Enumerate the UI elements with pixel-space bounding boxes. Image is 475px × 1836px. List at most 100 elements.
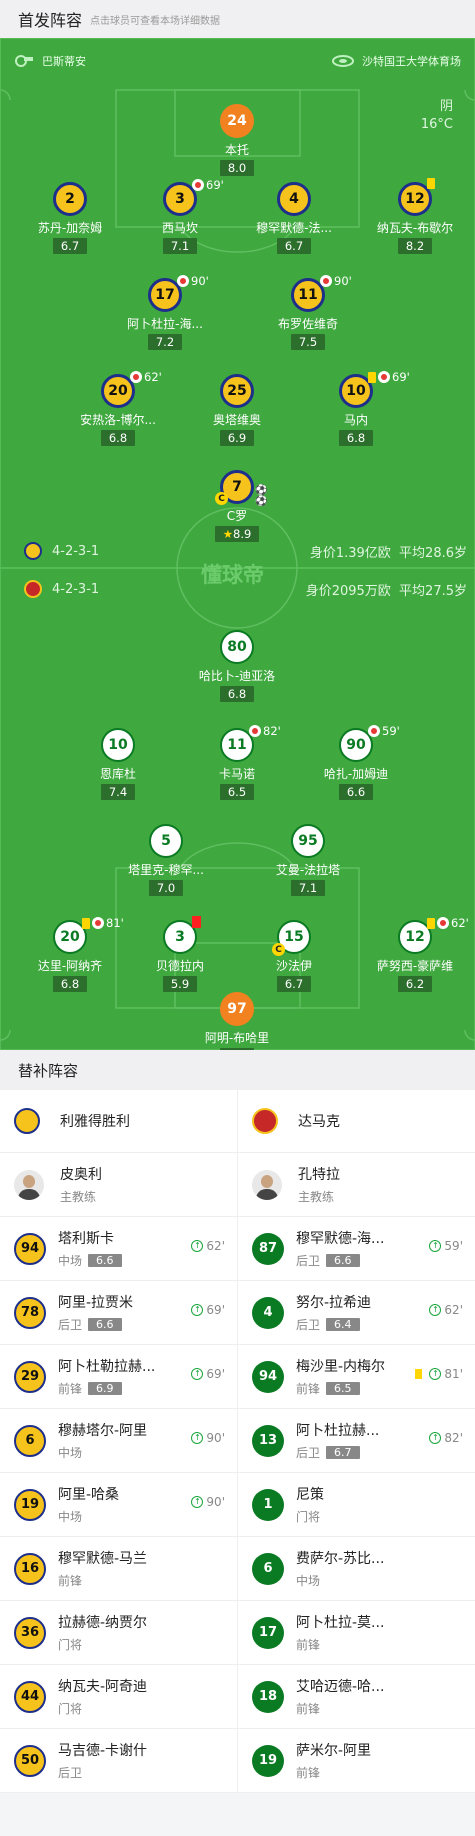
player-number-label: 17 — [155, 287, 175, 303]
player-card[interactable]: 12 纳瓦夫-布歇尔 8.2 — [350, 178, 475, 254]
player-card[interactable]: 97阿明-布哈里6.6 — [172, 992, 302, 1050]
sub-player[interactable]: 36 拉赫德-纳贾尔 门将 — [0, 1601, 237, 1664]
player-number-label: 10 — [108, 737, 128, 753]
away-coach[interactable]: 孔特拉 主教练 — [237, 1153, 475, 1216]
sub-player[interactable]: 87 穆罕默德-海... 后卫 6.6 ↑ 59' — [237, 1217, 475, 1280]
player-name: 安热洛-博尔... — [80, 413, 156, 427]
sub-number: 17 — [252, 1616, 284, 1649]
sub-rating: 6.9 — [88, 1382, 122, 1395]
player-card[interactable]: 3 69' 西马坎 7.1 — [115, 178, 245, 254]
player-card[interactable]: 7 C ⚽⚽ C罗 ★8.9 — [172, 470, 302, 542]
sub-position: 后卫 — [296, 1318, 321, 1332]
sub-row: 16 穆罕默德-马兰 前锋 6 费萨尔-苏比... 中场 — [0, 1537, 475, 1601]
sub-minute: 69' — [206, 1303, 225, 1317]
sub-number: 13 — [252, 1424, 284, 1457]
player-rating-value: 7.0 — [156, 881, 176, 895]
sub-player[interactable]: 13 阿卜杜拉赫... 后卫 6.7 ↑ 82' — [237, 1409, 475, 1472]
player-number-label: 20 — [60, 929, 80, 945]
sub-player[interactable]: 17 阿卜杜拉-莫... 前锋 — [237, 1601, 475, 1664]
player-name: 卡马诺 — [218, 767, 255, 781]
sub-player[interactable]: 29 阿卜杜勒拉赫... 前锋 6.9 ↑ 69' — [0, 1345, 237, 1408]
sub-player[interactable]: 50 马吉德-卡谢什 后卫 — [0, 1729, 237, 1792]
player-card[interactable]: 95 艾曼-法拉塔 7.1 — [243, 824, 373, 896]
player-rating: 6.7 — [276, 238, 312, 254]
sub-player[interactable]: 6 穆赫塔尔-阿里 中场 ↑ 90' — [0, 1409, 237, 1472]
player-card[interactable]: 24 本托 8.0 — [172, 104, 302, 176]
watermark: 懂球帝 — [201, 563, 264, 587]
player-card[interactable]: 10 恩库杜 7.4 — [53, 728, 183, 800]
player-rating: 7.1 — [162, 238, 198, 254]
player-card[interactable]: 11 90' 布罗佐维奇 7.5 — [243, 274, 373, 350]
sub-time: ↑ 90' — [191, 1431, 225, 1445]
sub-minute: 69' — [392, 370, 410, 384]
sub-player[interactable]: 44 纳瓦夫-阿奇迪 门将 — [0, 1665, 237, 1728]
sub-number: 19 — [14, 1488, 46, 1521]
player-events: 69' — [192, 178, 224, 192]
sub-player[interactable]: 94 梅沙里-内梅尔 前锋 6.5 ↑ 81' — [237, 1345, 475, 1408]
sub-name: 阿卜杜拉-莫... — [296, 1615, 385, 1631]
sub-player[interactable]: 19 阿里-哈桑 中场 ↑ 90' — [0, 1473, 237, 1536]
player-card[interactable]: 90 59' 哈扎-加姆迪 6.6 — [291, 724, 421, 800]
player-card[interactable]: 12 62' 萨努西-豪萨维 6.2 — [350, 916, 475, 992]
home-coach[interactable]: 皮奥利 主教练 — [0, 1153, 237, 1216]
sub-name: 萨米尔-阿里 — [296, 1743, 372, 1759]
player-card[interactable]: 15 C 沙法伊 6.7 — [229, 920, 359, 992]
yellow-card-icon — [427, 917, 435, 929]
player-rating: 6.8 — [100, 430, 136, 446]
yellow-card-icon — [415, 1369, 423, 1379]
home-age-label: 平均28.6岁 — [399, 546, 467, 561]
sub-position: 后卫 — [58, 1766, 83, 1780]
lineup-title: 首发阵容 — [18, 11, 83, 30]
sub-player[interactable]: 78 阿里-拉贾米 后卫 6.6 ↑ 69' — [0, 1281, 237, 1344]
sub-name: 阿里-哈桑 — [58, 1487, 120, 1503]
sub-on-icon: ↑ — [191, 1304, 204, 1316]
player-card[interactable]: 10 69' 马内 6.8 — [291, 370, 421, 446]
player-number-label: 2 — [65, 191, 75, 207]
player-number: 97 — [220, 992, 254, 1026]
sub-name: 拉赫德-纳贾尔 — [58, 1615, 148, 1631]
player-events: 90' — [320, 274, 352, 288]
player-card[interactable]: 4 穆罕默德-法... 6.7 — [229, 182, 359, 254]
player-rating-value: 6.8 — [346, 431, 366, 445]
away-team-header[interactable]: 达马克 — [237, 1090, 475, 1152]
player-rating: 6.8 — [219, 686, 255, 702]
player-rating-value: 6.8 — [108, 431, 128, 445]
player-rating-value: 8.2 — [405, 239, 425, 253]
away-team-logo-icon — [252, 1108, 278, 1134]
sub-minute: 81' — [444, 1367, 463, 1381]
player-rating: 6.2 — [397, 976, 433, 992]
sub-minute: 90' — [334, 274, 352, 288]
player-card[interactable]: 20 62' 安热洛-博尔... 6.8 — [53, 370, 183, 446]
sub-player[interactable]: 16 穆罕默德-马兰 前锋 — [0, 1537, 237, 1600]
sub-rows: 94 塔利斯卡 中场 6.6 ↑ 62' 87 穆罕默德-海... 后卫 6.6 ↑ 59' 78 阿里-… — [0, 1217, 475, 1793]
sub-off-icon — [249, 725, 261, 737]
player-card[interactable]: 25 奥塔维奥 6.9 — [172, 374, 302, 446]
player-rating-value: 6.7 — [284, 977, 304, 991]
player-number-label: 24 — [227, 113, 247, 129]
sub-on-icon: ↑ — [191, 1432, 204, 1444]
player-card[interactable]: 80 哈比卜-迪亚洛 6.8 — [172, 630, 302, 702]
player-card[interactable]: 17 90' 阿卜杜拉-海... 7.2 — [100, 274, 230, 350]
sub-number: 6 — [252, 1552, 284, 1585]
sub-minute: 62' — [206, 1239, 225, 1253]
referee-name: 巴斯蒂安 — [42, 55, 86, 68]
away-age-label: 平均27.5岁 — [399, 584, 467, 599]
player-number-label: 25 — [227, 383, 247, 399]
player-card[interactable]: 11 82' 卡马诺 6.5 — [172, 724, 302, 800]
sub-player[interactable]: 19 萨米尔-阿里 前锋 — [237, 1729, 475, 1792]
player-name: 阿明-布哈里 — [204, 1031, 270, 1045]
player-number-label: 90 — [346, 737, 366, 753]
home-team-header[interactable]: 利雅得胜利 — [0, 1090, 237, 1152]
sub-name: 梅沙里-内梅尔 — [296, 1359, 386, 1375]
sub-player[interactable]: 6 费萨尔-苏比... 中场 — [237, 1537, 475, 1600]
sub-player[interactable]: 94 塔利斯卡 中场 6.6 ↑ 62' — [0, 1217, 237, 1280]
away-team-name: 达马克 — [298, 1114, 340, 1130]
player-card[interactable]: 5 塔里克-穆罕... 7.0 — [101, 824, 231, 896]
sub-number: 18 — [252, 1680, 284, 1713]
coach-avatar — [14, 1169, 44, 1200]
sub-player[interactable]: 4 努尔-拉希迪 后卫 6.4 ↑ 62' — [237, 1281, 475, 1344]
sub-player[interactable]: 18 艾哈迈德-哈... 前锋 — [237, 1665, 475, 1728]
sub-player[interactable]: 1 尼策 门将 — [237, 1473, 475, 1536]
player-card[interactable]: 3 贝德拉内 5.9 — [115, 916, 245, 992]
sub-name: 努尔-拉希迪 — [296, 1295, 372, 1311]
